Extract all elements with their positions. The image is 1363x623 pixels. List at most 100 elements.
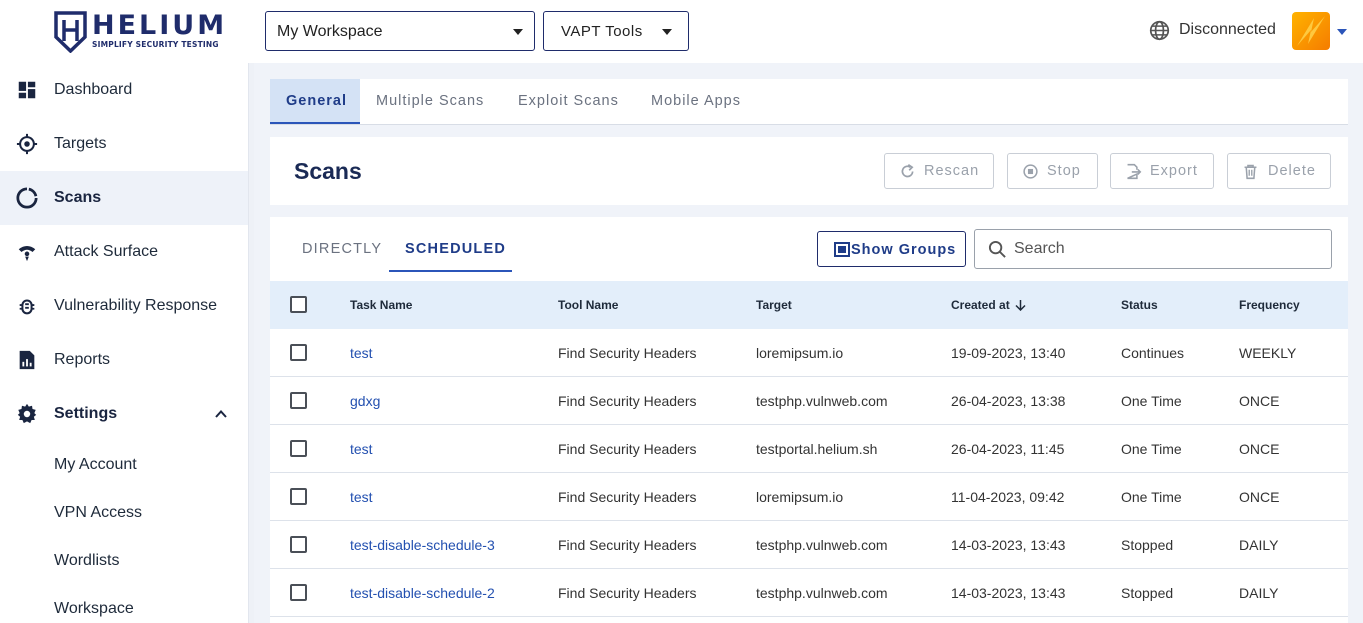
target-cell: testphp.vulnweb.com bbox=[756, 393, 888, 409]
tool-name-cell: Find Security Headers bbox=[558, 393, 697, 409]
column-header-tool-name[interactable]: Tool Name bbox=[558, 298, 618, 312]
tab-multiple-scans[interactable]: Multiple Scans bbox=[360, 79, 500, 124]
row-checkbox[interactable] bbox=[290, 584, 307, 601]
trash-icon bbox=[1244, 164, 1257, 180]
dashboard-icon bbox=[18, 81, 36, 99]
created-at-cell: 19-09-2023, 13:40 bbox=[951, 345, 1066, 361]
sidebar-subitem-vpn-access[interactable]: VPN Access bbox=[54, 504, 142, 522]
bug-icon bbox=[19, 299, 35, 315]
sidebar-item-targets[interactable]: Targets bbox=[0, 117, 248, 171]
user-menu-caret-icon[interactable] bbox=[1337, 29, 1347, 35]
column-header-label: Created at bbox=[951, 298, 1010, 312]
gear-icon bbox=[17, 403, 37, 424]
select-all-checkbox[interactable] bbox=[290, 296, 307, 313]
search-icon bbox=[988, 240, 1006, 258]
tab-exploit-scans[interactable]: Exploit Scans bbox=[502, 79, 635, 124]
sidebar-item-label: Vulnerability Response bbox=[54, 297, 218, 314]
show-groups-button[interactable]: Show Groups bbox=[817, 231, 966, 267]
globe-icon bbox=[1149, 20, 1170, 41]
show-groups-label: Show Groups bbox=[851, 242, 957, 258]
status-cell: One Time bbox=[1121, 393, 1182, 409]
workspace-select-value: My Workspace bbox=[277, 23, 383, 40]
task-name-link[interactable]: gdxg bbox=[350, 393, 380, 409]
refresh-icon bbox=[901, 163, 914, 178]
sidebar: Dashboard Targets Scans Attack Surface V… bbox=[0, 63, 248, 623]
frequency-cell: ONCE bbox=[1239, 441, 1280, 457]
avatar[interactable] bbox=[1292, 12, 1330, 50]
sidebar-item-vulnerability-response[interactable]: Vulnerability Response bbox=[0, 279, 248, 333]
sort-down-arrow-icon bbox=[1015, 300, 1026, 312]
row-checkbox[interactable] bbox=[290, 440, 307, 457]
table-row[interactable]: test Find Security Headers loremipsum.io… bbox=[270, 329, 1348, 377]
tool-name-cell: Find Security Headers bbox=[558, 585, 697, 601]
row-checkbox[interactable] bbox=[290, 392, 307, 409]
sidebar-item-label: Targets bbox=[54, 135, 107, 152]
subtab-scheduled[interactable]: SCHEDULED bbox=[405, 241, 506, 257]
sidebar-scrollbar[interactable] bbox=[248, 63, 254, 623]
task-name-link[interactable]: test bbox=[350, 489, 373, 505]
stop-label: Stop bbox=[1047, 163, 1081, 179]
task-name-link[interactable]: test bbox=[350, 441, 373, 457]
helium-logo[interactable]: HELIUM SIMPLIFY SECURITY TESTING bbox=[54, 10, 224, 54]
rescan-button[interactable]: Rescan bbox=[884, 153, 994, 189]
tools-select[interactable]: VAPT Tools bbox=[543, 11, 689, 51]
column-header-created-at[interactable]: Created at bbox=[951, 298, 1026, 312]
subtab-directly[interactable]: DIRECTLY bbox=[302, 241, 382, 257]
column-header-status[interactable]: Status bbox=[1121, 298, 1158, 312]
sidebar-item-scans[interactable]: Scans bbox=[0, 171, 248, 225]
stop-button[interactable]: Stop bbox=[1007, 153, 1098, 189]
table-row[interactable]: test Find Security Headers loremipsum.io… bbox=[270, 473, 1348, 521]
attack-surface-icon bbox=[18, 246, 36, 262]
column-header-frequency[interactable]: Frequency bbox=[1239, 298, 1300, 312]
sidebar-item-dashboard[interactable]: Dashboard bbox=[0, 63, 248, 117]
sidebar-item-settings[interactable]: Settings bbox=[0, 387, 248, 441]
rescan-label: Rescan bbox=[924, 163, 980, 179]
frequency-cell: DAILY bbox=[1239, 585, 1279, 601]
target-cell: testphp.vulnweb.com bbox=[756, 585, 888, 601]
row-checkbox[interactable] bbox=[290, 488, 307, 505]
sidebar-item-reports[interactable]: Reports bbox=[0, 333, 248, 387]
search-input[interactable] bbox=[1014, 238, 1314, 260]
tab-general[interactable]: General bbox=[270, 79, 360, 124]
status-cell: Continues bbox=[1121, 345, 1185, 361]
table-header: Task Name Tool Name Target Created at St… bbox=[270, 281, 1348, 329]
caret-down-icon bbox=[662, 29, 672, 35]
status-cell: One Time bbox=[1121, 489, 1182, 505]
target-cell: loremipsum.io bbox=[756, 345, 844, 361]
frequency-cell: ONCE bbox=[1239, 393, 1280, 409]
sidebar-subitem-workspace[interactable]: Workspace bbox=[54, 600, 134, 618]
created-at-cell: 14-03-2023, 13:43 bbox=[951, 585, 1066, 601]
connection-status[interactable]: Disconnected bbox=[1179, 21, 1276, 39]
scans-panel: DIRECTLY SCHEDULED Show Groups Task Name… bbox=[270, 217, 1348, 623]
created-at-cell: 11-04-2023, 09:42 bbox=[951, 489, 1065, 505]
export-button[interactable]: Export bbox=[1110, 153, 1214, 189]
table-row[interactable]: test-disable-schedule-3 Find Security He… bbox=[270, 521, 1348, 569]
row-checkbox[interactable] bbox=[290, 536, 307, 553]
created-at-cell: 26-04-2023, 11:45 bbox=[951, 441, 1065, 457]
tool-name-cell: Find Security Headers bbox=[558, 345, 697, 361]
row-checkbox[interactable] bbox=[290, 344, 307, 361]
task-name-link[interactable]: test bbox=[350, 345, 373, 361]
avatar-image-icon bbox=[1297, 16, 1325, 46]
tab-mobile-apps[interactable]: Mobile Apps bbox=[635, 79, 757, 124]
table-row[interactable]: test Find Security Headers testportal.he… bbox=[270, 425, 1348, 473]
scans-icon bbox=[16, 187, 38, 209]
table-row[interactable]: gdxg Find Security Headers testphp.vulnw… bbox=[270, 377, 1348, 425]
workspace-select[interactable]: My Workspace bbox=[265, 11, 535, 51]
frequency-cell: DAILY bbox=[1239, 537, 1279, 553]
chevron-up-icon[interactable] bbox=[215, 408, 227, 420]
top-header: HELIUM SIMPLIFY SECURITY TESTING My Work… bbox=[0, 0, 1363, 63]
task-name-link[interactable]: test-disable-schedule-2 bbox=[350, 585, 495, 601]
column-header-target[interactable]: Target bbox=[756, 298, 792, 312]
search-field[interactable] bbox=[974, 229, 1332, 269]
sidebar-subitem-my-account[interactable]: My Account bbox=[54, 456, 137, 474]
status-cell: Stopped bbox=[1121, 585, 1174, 601]
table-row[interactable]: test-disable-schedule-2 Find Security He… bbox=[270, 569, 1348, 617]
delete-button[interactable]: Delete bbox=[1227, 153, 1331, 189]
sidebar-subitem-wordlists[interactable]: Wordlists bbox=[54, 552, 120, 570]
column-header-task-name[interactable]: Task Name bbox=[350, 298, 412, 312]
export-icon bbox=[1127, 163, 1142, 180]
sidebar-item-attack-surface[interactable]: Attack Surface bbox=[0, 225, 248, 279]
tool-name-cell: Find Security Headers bbox=[558, 489, 697, 505]
task-name-link[interactable]: test-disable-schedule-3 bbox=[350, 537, 495, 553]
